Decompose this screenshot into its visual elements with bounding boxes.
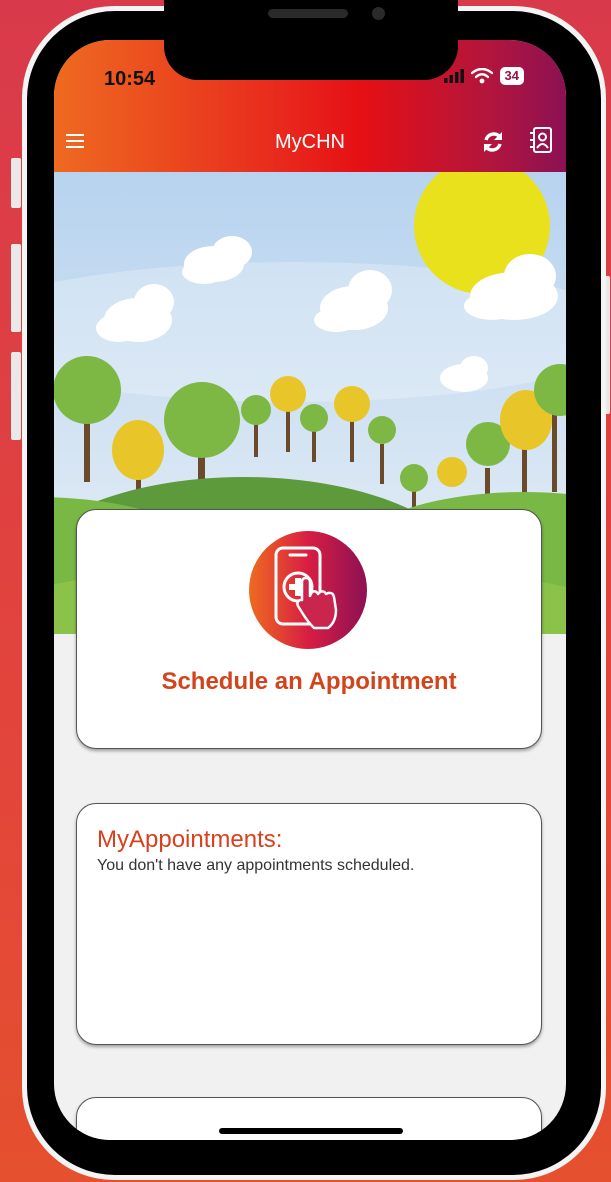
front-camera — [372, 7, 385, 20]
home-indicator — [219, 1128, 403, 1134]
my-appointments-card: MyAppointments: You don't have any appoi… — [76, 803, 542, 1045]
phone-notch — [164, 0, 458, 80]
app-screen: 10:54 34 MyCHN Schedule an Appointment M… — [54, 40, 566, 1140]
contact-card-icon[interactable] — [526, 124, 556, 156]
schedule-appointment-card[interactable]: Schedule an Appointment — [76, 509, 542, 749]
silent-switch — [11, 158, 21, 208]
phone-tap-plus-icon — [249, 531, 367, 649]
app-bar: MyCHN — [54, 110, 566, 172]
volume-up-button — [11, 244, 21, 332]
volume-down-button — [11, 352, 21, 440]
speaker-grille — [268, 9, 348, 18]
schedule-appointment-label: Schedule an Appointment — [161, 668, 457, 695]
wifi-icon — [470, 68, 493, 84]
status-icons: 34 — [443, 67, 524, 85]
status-time: 10:54 — [104, 68, 156, 90]
battery-icon: 34 — [499, 67, 524, 85]
refresh-icon[interactable] — [478, 127, 508, 157]
no-appointments-message: You don't have any appointments schedule… — [97, 857, 415, 874]
my-appointments-title: MyAppointments: — [97, 826, 283, 853]
